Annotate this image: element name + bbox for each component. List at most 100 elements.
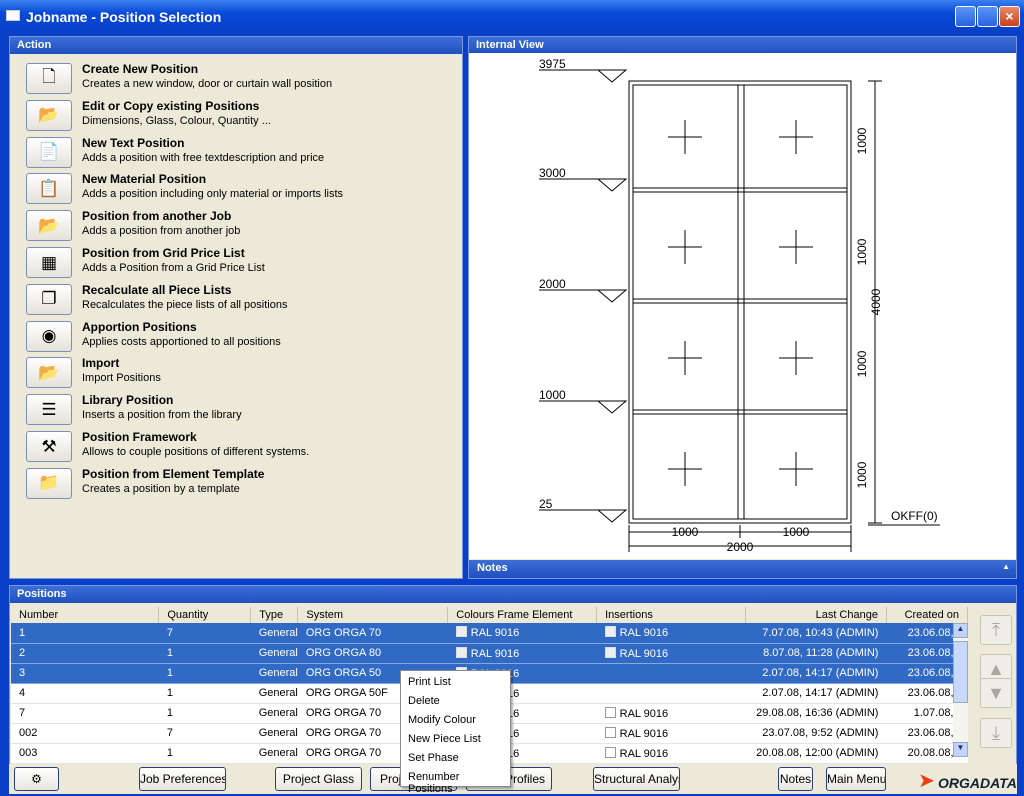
- move-bottom-button[interactable]: ⤓: [980, 718, 1012, 748]
- minimize-button[interactable]: [955, 6, 976, 27]
- notes-button[interactable]: Notes: [778, 767, 813, 791]
- action-title[interactable]: Apportion Positions: [82, 320, 197, 334]
- level-marker-icon: [596, 509, 628, 523]
- maximize-button[interactable]: [977, 6, 998, 27]
- coins-icon[interactable]: ◉: [26, 320, 72, 352]
- level-marker-icon: [596, 289, 628, 303]
- cell-colour: RAL 9016: [470, 647, 520, 660]
- cell-system: ORG ORGA 70: [297, 623, 448, 644]
- level-label: 3975: [539, 57, 566, 71]
- cell-last-change: 2.07.08, 14:17 (ADMIN): [745, 683, 887, 704]
- colour-swatch: [455, 626, 467, 638]
- menu-item[interactable]: Renumber Positions: [401, 769, 510, 795]
- grid-icon[interactable]: ▦: [26, 247, 72, 278]
- move-down-button[interactable]: ▼: [980, 678, 1012, 708]
- menu-item[interactable]: Set Phase: [401, 750, 510, 769]
- level-label: 3000: [539, 166, 566, 180]
- structural-analysis-button[interactable]: Structural Analysis: [593, 767, 680, 791]
- tools-icon: ⚙: [31, 772, 42, 786]
- context-menu: Print List Delete Modify Colour New Piece L…: [400, 670, 511, 795]
- cell-quantity: 1: [158, 743, 251, 764]
- cell-type: General: [250, 683, 298, 704]
- material-list-icon[interactable]: 📋: [26, 173, 72, 205]
- level-marker-icon: [596, 400, 628, 414]
- action-title[interactable]: Edit or Copy existing Positions: [82, 99, 259, 113]
- action-title[interactable]: New Material Position: [82, 172, 206, 186]
- outer-frame: [628, 80, 852, 524]
- action-title[interactable]: Recalculate all Piece Lists: [82, 283, 231, 297]
- tools-icon[interactable]: ⚒: [26, 431, 72, 462]
- project-glass-button[interactable]: Project Glass: [275, 767, 362, 791]
- close-button[interactable]: ×: [999, 6, 1020, 27]
- cell-number: 003: [11, 743, 159, 764]
- main-menu-button[interactable]: Main Menu: [826, 767, 886, 791]
- window-drawing: 3975 3000 2000 1000 25 1000 1000 1000 1000 4…: [539, 57, 940, 554]
- scroll-thumb[interactable]: [953, 641, 968, 703]
- cell-number: 2: [11, 643, 159, 664]
- level-label: 2000: [539, 277, 566, 291]
- library-icon[interactable]: ☰: [26, 394, 72, 426]
- column-header[interactable]: Type: [250, 607, 299, 623]
- text-document-icon[interactable]: 📄: [26, 136, 72, 168]
- cell-last-change: 7.07.08, 10:43 (ADMIN): [745, 623, 887, 644]
- cell-insertion: RAL 9016: [619, 727, 669, 740]
- colour-swatch: [604, 746, 616, 758]
- floor-label: OKFF(0): [891, 509, 938, 523]
- column-header[interactable]: Created on: [886, 607, 969, 623]
- window-title: Jobname - Position Selection: [26, 9, 222, 25]
- collapse-icon[interactable]: ▲: [1002, 562, 1010, 571]
- table-row[interactable]: 2 1 General ORG ORGA 80 RAL 9016 RAL 9016 8.07…: [11, 643, 968, 664]
- scrollbar[interactable]: ▲ ▼: [953, 623, 968, 757]
- action-title[interactable]: Import: [82, 356, 119, 370]
- move-top-button[interactable]: ⤒: [980, 615, 1012, 645]
- cell-number: 1: [11, 623, 159, 644]
- page-icon[interactable]: 🗋: [26, 63, 72, 94]
- action-title[interactable]: Library Position: [82, 393, 173, 407]
- vertical-dimensions: 1000 1000 1000 1000 4000: [855, 127, 883, 488]
- edit-copy-icon[interactable]: 📂: [26, 99, 72, 131]
- positions-header: Positions: [10, 586, 1016, 603]
- action-title[interactable]: Position Framework: [82, 430, 197, 444]
- colour-swatch: [604, 626, 616, 638]
- menu-item[interactable]: Modify Colour: [401, 712, 510, 731]
- cell-type: General: [250, 663, 298, 684]
- internal-view-canvas: 3975 3000 2000 1000 25 1000 1000 1000 1000 4…: [469, 53, 1016, 559]
- cell-last-change: 29.08.08, 16:36 (ADMIN): [745, 703, 887, 724]
- template-icon[interactable]: 📁: [26, 467, 72, 499]
- column-header[interactable]: System: [297, 607, 449, 623]
- action-title[interactable]: Position from Element Template: [82, 467, 264, 481]
- dim-label: 1000: [855, 350, 869, 377]
- action-title[interactable]: Create New Position: [82, 62, 198, 76]
- settings-button[interactable]: ⚙: [14, 767, 59, 791]
- action-description: Recalculates the piece lists of all posi…: [82, 298, 288, 311]
- cell-system: ORG ORGA 80: [297, 643, 448, 664]
- action-description: Adds a position with free textdescriptio…: [82, 151, 325, 164]
- action-title[interactable]: New Text Position: [82, 136, 184, 150]
- action-title[interactable]: Position from Grid Price List: [82, 246, 245, 260]
- column-header[interactable]: Number: [11, 607, 160, 623]
- cell-type: General: [250, 743, 298, 764]
- menu-item[interactable]: Delete: [401, 693, 510, 712]
- column-header[interactable]: Last Change: [745, 607, 887, 623]
- cell-last-change: 20.08.08, 12:00 (ADMIN): [745, 743, 887, 764]
- menu-item[interactable]: Print List: [401, 674, 510, 693]
- table-row[interactable]: 1 7 General ORG ORGA 70 RAL 9016 RAL 9016 7.07…: [11, 623, 968, 644]
- copies-icon[interactable]: ❐: [26, 283, 72, 315]
- menu-item[interactable]: New Piece List: [401, 731, 510, 750]
- notes-header: Notes: [477, 562, 508, 574]
- column-header[interactable]: Insertions: [596, 607, 746, 623]
- import-folder-icon[interactable]: 📂: [26, 357, 72, 389]
- column-header[interactable]: Colours Frame Element: [447, 607, 598, 623]
- notes-bar[interactable]: Notes ▲: [469, 560, 1016, 578]
- scroll-up-icon[interactable]: ▲: [953, 623, 968, 638]
- scroll-down-icon[interactable]: ▼: [953, 742, 968, 757]
- level-marker-icon: [596, 178, 628, 192]
- cell-quantity: 7: [158, 623, 251, 644]
- column-header[interactable]: Quantity: [158, 607, 252, 623]
- job-preferences-button[interactable]: Job Preferences: [139, 767, 226, 791]
- open-folder-icon[interactable]: 📂: [26, 210, 72, 242]
- action-title[interactable]: Position from another Job: [82, 209, 231, 223]
- title-bar: Jobname - Position Selection ×: [0, 0, 1024, 32]
- cell-type: General: [250, 623, 298, 644]
- total-width-label: 2000: [727, 540, 754, 554]
